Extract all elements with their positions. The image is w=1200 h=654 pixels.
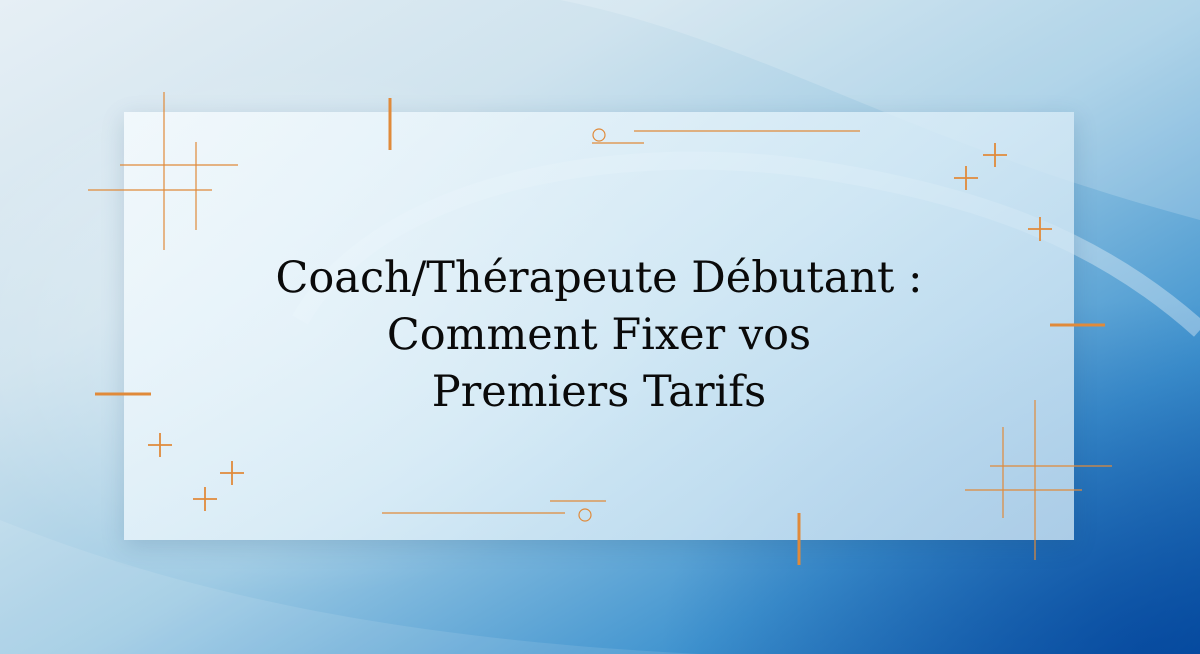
title-line-3: Premiers Tarifs [431,367,767,417]
title-line-2: Comment Fixer vos [386,310,812,360]
title-line-1: Coach/Thérapeute Débutant : [275,253,923,303]
page-title: Coach/Thérapeute Débutant : Comment Fixe… [124,250,1074,421]
